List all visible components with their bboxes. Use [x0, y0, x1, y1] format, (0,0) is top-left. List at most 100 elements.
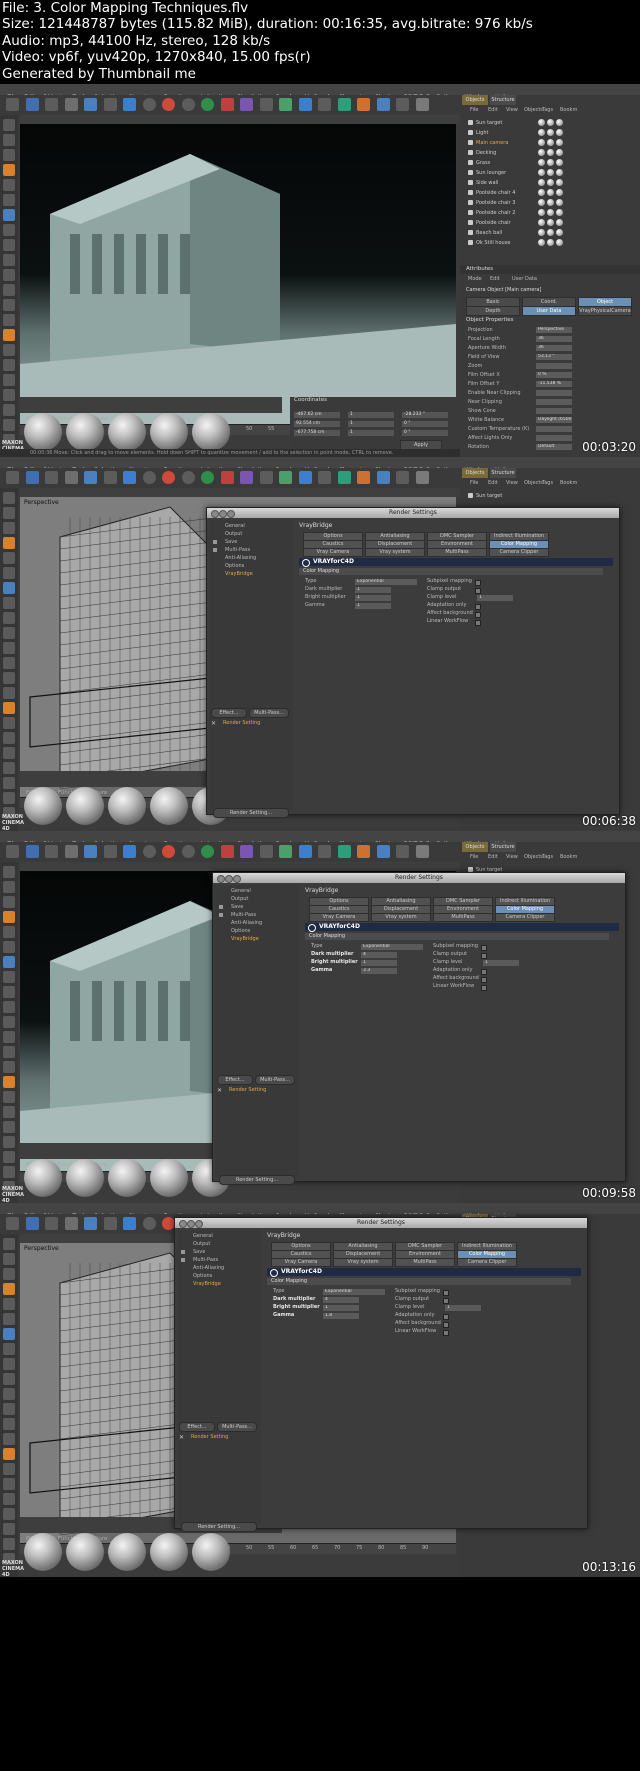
color-mapping-field[interactable]: Exponential	[361, 944, 423, 950]
mode-tool-icon[interactable]	[3, 1121, 15, 1133]
material-ball[interactable]	[192, 413, 230, 451]
toolbar-tool-icon[interactable]	[259, 98, 273, 111]
mode-tool-icon[interactable]	[3, 612, 15, 624]
toolbar-tool-icon[interactable]	[103, 1217, 117, 1230]
mode-tool-icon[interactable]	[3, 971, 15, 983]
toolbar-tool-icon[interactable]	[357, 845, 370, 858]
object-row[interactable]: Poolside chair 2	[468, 209, 563, 217]
tab-objects[interactable]: Objects	[462, 95, 488, 105]
property-value[interactable]: 36	[536, 336, 572, 342]
render-settings-item[interactable]: General	[193, 1232, 213, 1240]
toolbar-tool-icon[interactable]	[64, 98, 78, 111]
toolbar-tool-icon[interactable]	[6, 845, 19, 858]
toolbar-tool-icon[interactable]	[337, 471, 351, 484]
mode-tool-icon[interactable]	[3, 314, 15, 326]
toolbar-tool-icon[interactable]	[123, 1217, 136, 1230]
toolbar-tool-icon[interactable]	[376, 471, 390, 484]
render-settings-item[interactable]: Options	[231, 927, 250, 935]
scale-field[interactable]: 1	[348, 420, 394, 427]
mode-tool-icon[interactable]	[3, 164, 15, 176]
color-mapping-field[interactable]: 4	[361, 952, 397, 958]
toolbar-tool-icon[interactable]	[415, 471, 429, 484]
mode-tool-icon[interactable]	[3, 1061, 15, 1073]
minimize-icon[interactable]	[219, 510, 227, 518]
mode-tool-icon[interactable]	[3, 119, 15, 131]
vraybridge-tab[interactable]: Vray system	[371, 913, 431, 922]
object-row[interactable]: Poolside chair	[468, 219, 563, 227]
mode-tool-icon[interactable]	[3, 194, 15, 206]
toolbar-tool-icon[interactable]	[357, 471, 370, 484]
render-settings-item[interactable]: Save	[231, 903, 243, 911]
object-row[interactable]: Main camera	[468, 139, 563, 147]
property-value[interactable]: Perspective	[536, 327, 572, 333]
toolbar-tool-icon[interactable]	[415, 845, 429, 858]
mode-tool-icon[interactable]	[3, 149, 15, 161]
maximize-icon[interactable]	[227, 510, 235, 518]
mode-tool-icon[interactable]	[3, 1268, 15, 1280]
clamp-level-field[interactable]: 1	[477, 595, 513, 601]
object-row[interactable]: Side wall	[468, 179, 563, 187]
material-ball[interactable]	[150, 413, 188, 451]
render-settings-item[interactable]: Anti-Aliasing	[193, 1264, 224, 1272]
multipass-button[interactable]: Multi-Pass...	[255, 1075, 295, 1085]
color-mapping-field[interactable]: 1	[361, 960, 397, 966]
render-setting-button[interactable]: Render Setting...	[219, 1175, 295, 1185]
mode-tool-icon[interactable]	[3, 911, 15, 923]
object-row[interactable]: Sun lounger	[468, 169, 563, 177]
objects-menu-item[interactable]: Objects	[524, 854, 543, 860]
material-ball[interactable]	[150, 1159, 188, 1197]
toolbar-tool-icon[interactable]	[123, 98, 136, 111]
mode-tool-icon[interactable]	[3, 657, 15, 669]
render-setting-item[interactable]: Render Setting	[229, 1087, 266, 1093]
mode-tool-icon[interactable]	[3, 762, 15, 774]
objects-menu-item[interactable]: Objects	[524, 480, 543, 486]
mode-tool-icon[interactable]	[3, 1418, 15, 1430]
option-checkbox[interactable]	[475, 620, 481, 626]
x-icon[interactable]: ✕	[217, 1087, 222, 1094]
toolbar-tool-icon[interactable]	[25, 98, 39, 111]
position-field[interactable]: -677.758 cm	[294, 429, 340, 436]
render-settings-item[interactable]: Multi-Pass	[231, 911, 256, 919]
color-mapping-field[interactable]: 1	[355, 587, 391, 593]
objects-menu-item[interactable]: File	[470, 480, 478, 486]
mode-tool-icon[interactable]	[3, 881, 15, 893]
option-checkbox[interactable]	[481, 985, 487, 991]
toolbar-tool-icon[interactable]	[240, 845, 253, 858]
mode-tool-icon[interactable]	[3, 1283, 15, 1295]
clamp-level-field[interactable]: 1	[445, 1305, 481, 1311]
toolbar-tool-icon[interactable]	[201, 845, 214, 858]
toolbar-tool-icon[interactable]	[84, 98, 97, 111]
mode-tool-icon[interactable]	[3, 1253, 15, 1265]
mode-tool-icon[interactable]	[3, 1076, 15, 1088]
object-row[interactable]: Poolside chair 4	[468, 189, 563, 197]
mode-tool-icon[interactable]	[3, 179, 15, 191]
property-value[interactable]	[536, 363, 572, 369]
mode-tool-icon[interactable]	[3, 642, 15, 654]
checkbox[interactable]	[213, 548, 217, 552]
material-ball[interactable]	[24, 413, 62, 451]
mode-tool-icon[interactable]	[3, 702, 15, 714]
close-icon[interactable]	[217, 875, 225, 883]
option-checkbox[interactable]	[481, 945, 487, 951]
toolbar-tool-icon[interactable]	[259, 845, 273, 858]
mode-tool-icon[interactable]	[3, 1493, 15, 1505]
tab-structure[interactable]: Structure	[490, 842, 516, 852]
toolbar-tool-icon[interactable]	[84, 1217, 97, 1230]
render-settings-item[interactable]: Output	[193, 1240, 210, 1248]
dialog-titlebar[interactable]: Render Settings	[207, 508, 619, 518]
toolbar-tool-icon[interactable]	[279, 471, 292, 484]
toolbar-tool-icon[interactable]	[181, 98, 195, 111]
property-value[interactable]	[536, 435, 572, 441]
mode-tool-icon[interactable]	[3, 389, 15, 401]
mode-tool-icon[interactable]	[3, 209, 15, 221]
toolbar-tool-icon[interactable]	[298, 471, 312, 484]
render-settings-item[interactable]: Anti-Aliasing	[225, 554, 256, 562]
mode-tool-icon[interactable]	[3, 896, 15, 908]
toolbar-tool-icon[interactable]	[84, 845, 97, 858]
toolbar-tool-icon[interactable]	[318, 98, 331, 111]
color-mapping-field[interactable]: 1	[355, 595, 391, 601]
mode-tool-icon[interactable]	[3, 1403, 15, 1415]
toolbar-tool-icon[interactable]	[103, 845, 117, 858]
toolbar-tool-icon[interactable]	[64, 471, 78, 484]
property-value[interactable]	[536, 426, 572, 432]
